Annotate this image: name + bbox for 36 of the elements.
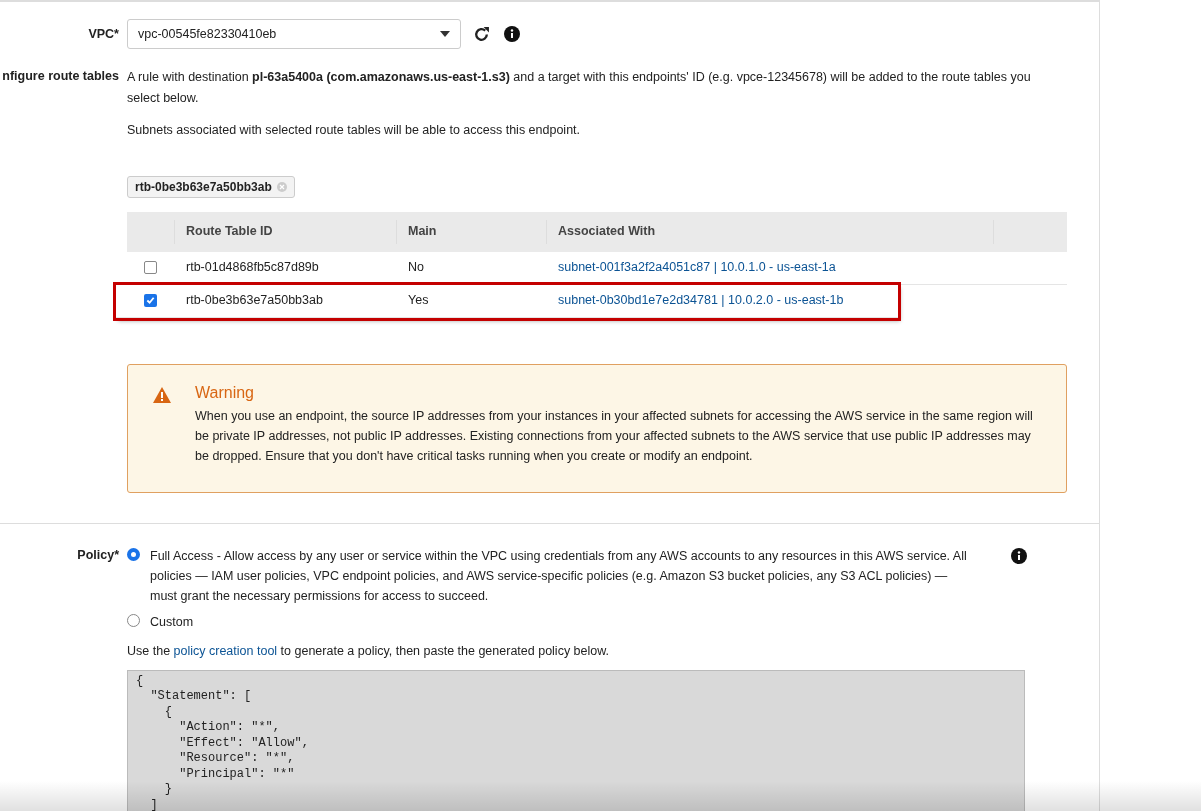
warning-title: Warning [195, 382, 255, 403]
table-cell-text: Yes [407, 292, 430, 310]
field-label: Policy* [76, 546, 120, 564]
remove-icon [276, 181, 287, 192]
description-text: Subnets associated with selected route tables will be able to access this endpoint. [127, 122, 582, 139]
field-label: VPC* [87, 25, 120, 43]
refresh-icon[interactable] [473, 25, 490, 43]
option-label[interactable]: Full Access - Allow access by any user or service within the VPC using credentials from any AWS accounts to any resources in this AWS service. All policies — IAM user policies, VPC endpoint policies, and AWS service-specific policies (e.g. Amazon S3 bucket policies, any S3 ACL policies) — must grant the necessary permissions for access to succeed. [150, 545, 970, 606]
policy-editor[interactable]: { "Statement": [ { "Action": "*", "Effect": "Allow", "Resource": "*", "Principal": "*" } ] [127, 669, 1025, 811]
row-checkbox[interactable] [144, 294, 157, 308]
radio-button[interactable] [127, 613, 140, 627]
caret-icon [440, 31, 450, 37]
field-label: nfigure route tables [1, 68, 120, 85]
check-icon [146, 296, 155, 306]
column-header: Associated With [558, 223, 656, 241]
column-header: Route Table ID [186, 223, 273, 241]
hint-text: Use the policy creation tool to generate a policy, then paste the generated policy below. [127, 642, 611, 660]
table-row[interactable]: rtb-0be3b63e7a50bb3ab Yes subnet-0b30bd1e7e2d34781 | 10.0.2.0 - us-east-1b [116, 284, 898, 318]
subnet-link[interactable]: subnet-0b30bd1e7e2d34781 | 10.0.2.0 - us-east-1b [546, 291, 844, 311]
info-icon[interactable] [1011, 547, 1027, 564]
warning-text: When you use an endpoint, the source IP addresses from your instances in your affected subnets for accessing the AWS service in the same region will be private IP addresses, not public IP addresses. Existing connections from your affected subnets to the AWS service that use public IP addresses may be dropped. Ensure that you don't have critical tasks running when you create or modify an endpoint. [195, 407, 1034, 465]
warning-icon [153, 386, 171, 403]
table-cell-text: No [407, 259, 425, 277]
info-icon[interactable] [504, 26, 520, 42]
description-text: A rule with destination pl-63a5400a (com.amazonaws.us-east-1.s3) and a target with this endpoints' ID (e.g. vpce-12345678) will be added to the route tables you select below. [127, 69, 1032, 107]
column-header: Main [408, 223, 437, 241]
row-checkbox[interactable] [144, 261, 157, 275]
selected-token[interactable]: rtb-0be3b63e7a50bb3ab [127, 175, 295, 198]
policy-tool-link[interactable]: policy creation tool [173, 643, 278, 658]
table-row[interactable]: rtb-01d4868fb5c87d89b No subnet-001f3a2f2a4051c87 | 10.0.1.0 - us-east-1a [127, 251, 1067, 285]
subnet-link[interactable]: subnet-001f3a2f2a4051c87 | 10.0.1.0 - us-east-1a [546, 258, 836, 278]
table-cell-text: rtb-0be3b63e7a50bb3ab [185, 292, 324, 310]
table-cell-text: rtb-01d4868fb5c87d89b [185, 259, 320, 277]
option-label[interactable]: Custom [150, 611, 970, 632]
vpc-dropdown[interactable]: vpc-00545fe82330410eb [127, 19, 461, 49]
radio-button[interactable] [127, 547, 140, 561]
